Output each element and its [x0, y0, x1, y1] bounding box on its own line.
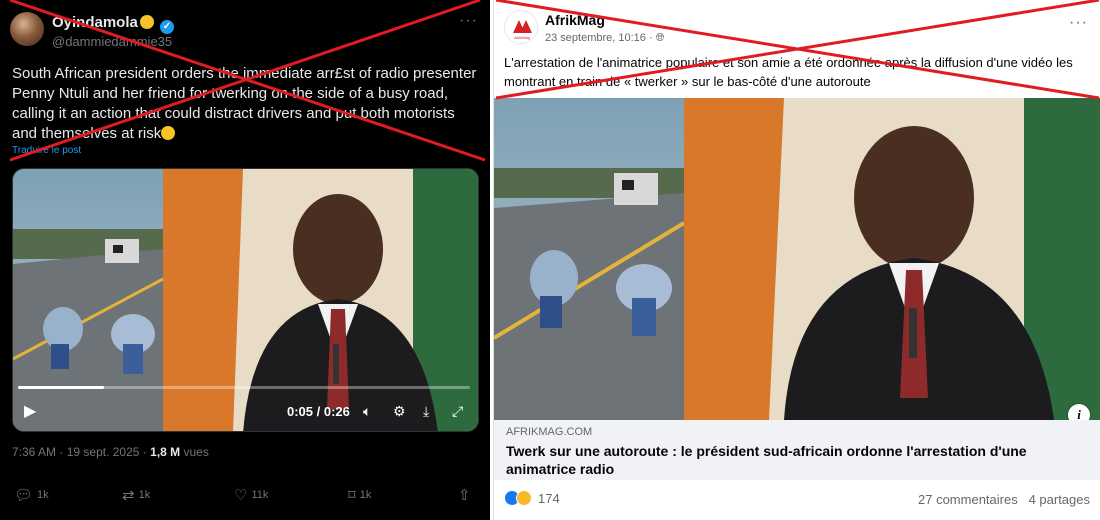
- globe-icon: 🌐︎: [655, 32, 665, 44]
- settings-icon[interactable]: ⚙︎: [393, 403, 406, 420]
- like-count: 11k: [251, 489, 269, 501]
- meta-separator: ·: [59, 445, 64, 459]
- page-logo[interactable]: AfrikMag: [504, 10, 538, 44]
- tweet-action-bar: 💬︎ 1k ⇄ 1k ♡ 11k ⌑ 1k ⇧: [12, 486, 478, 506]
- avatar[interactable]: [10, 12, 44, 46]
- reaction-count: 174: [538, 490, 560, 506]
- minimize-icon[interactable]: ⤓: [423, 403, 429, 420]
- author-name[interactable]: Oyindamola ✓: [52, 14, 175, 34]
- haha-reaction-icon: [516, 490, 532, 506]
- verified-badge-icon: ✓: [160, 20, 175, 34]
- video-progress-bar[interactable]: [18, 386, 470, 389]
- reactions-summary[interactable]: 174: [504, 490, 560, 506]
- translate-link[interactable]: Traduire le post: [12, 145, 81, 156]
- reply-button[interactable]: 💬︎ 1k: [14, 486, 49, 504]
- preview-image-illustration: [494, 98, 1100, 420]
- tweet-body: South African president orders the immed…: [12, 65, 477, 142]
- bookmark-icon: ⌑: [348, 487, 356, 504]
- shares-count[interactable]: 4 partages: [1029, 492, 1090, 507]
- share-button[interactable]: ⇧: [458, 486, 471, 504]
- fullscreen-icon[interactable]: ⤢: [452, 403, 463, 420]
- more-icon[interactable]: ···: [1069, 14, 1088, 32]
- reply-count: 1k: [37, 489, 49, 501]
- repost-icon: ⇄: [122, 487, 135, 504]
- engagement-stats: 27 commentaires 4 partages: [918, 492, 1090, 507]
- post-date[interactable]: 23 septembre, 10:16 · 🌐︎: [545, 32, 665, 45]
- logo-wordmark: AfrikMag: [514, 35, 530, 40]
- more-icon[interactable]: ···: [459, 12, 478, 30]
- meta-separator: ·: [142, 445, 147, 459]
- bookmark-count: 1k: [359, 489, 372, 501]
- video-time: 0:05 / 0:26: [287, 404, 350, 419]
- repost-count: 1k: [138, 489, 151, 501]
- link-preview-box[interactable]: AFRIKMAG.COM Twerk sur une autoroute : l…: [494, 420, 1100, 480]
- comments-count[interactable]: 27 commentaires: [918, 492, 1018, 507]
- link-preview-image[interactable]: [494, 98, 1100, 420]
- link-domain: AFRIKMAG.COM: [506, 426, 593, 438]
- afrikmag-logo: AfrikMag: [511, 20, 533, 40]
- tweet-text: South African president orders the immed…: [12, 64, 480, 144]
- like-icon: ♡: [234, 487, 248, 504]
- play-icon[interactable]: ▶: [24, 401, 36, 421]
- view-count: 1,8 M: [150, 445, 181, 459]
- volume-icon[interactable]: 🔈︎: [363, 403, 371, 420]
- tweet-meta: 7:36 AM · 19 sept. 2025 · 1,8 M vues: [12, 445, 209, 459]
- bookmark-button[interactable]: ⌑ 1k: [348, 486, 371, 504]
- post-date-text: 23 septembre, 10:16 ·: [545, 32, 653, 44]
- video-frame-illustration: [13, 169, 478, 431]
- emoji-icon: [139, 15, 154, 29]
- like-button[interactable]: ♡ 11k: [234, 486, 268, 504]
- video-player[interactable]: [12, 168, 479, 432]
- author-handle[interactable]: @dammiedammie35: [52, 34, 172, 49]
- post-text: L'arrestation de l'animatrice populaire …: [504, 55, 1073, 89]
- display-name[interactable]: Oyindamola: [52, 14, 138, 31]
- facepalm-emoji-icon: [161, 126, 176, 140]
- x-post: Oyindamola ✓ @dammiedammie35 ··· South A…: [0, 0, 490, 520]
- link-headline[interactable]: Twerk sur une autoroute : le président s…: [506, 442, 1086, 478]
- reply-icon: 💬︎: [14, 487, 34, 504]
- tweet-time[interactable]: 7:36 AM: [12, 445, 56, 459]
- video-progress-fill: [18, 386, 104, 389]
- views-label: vues: [183, 445, 209, 459]
- page-name[interactable]: AfrikMag: [545, 12, 605, 28]
- repost-button[interactable]: ⇄ 1k: [122, 486, 150, 504]
- share-icon: ⇧: [458, 487, 471, 504]
- facebook-post: AfrikMag AfrikMag 23 septembre, 10:16 · …: [493, 0, 1100, 520]
- tweet-date[interactable]: 19 sept. 2025: [67, 445, 140, 459]
